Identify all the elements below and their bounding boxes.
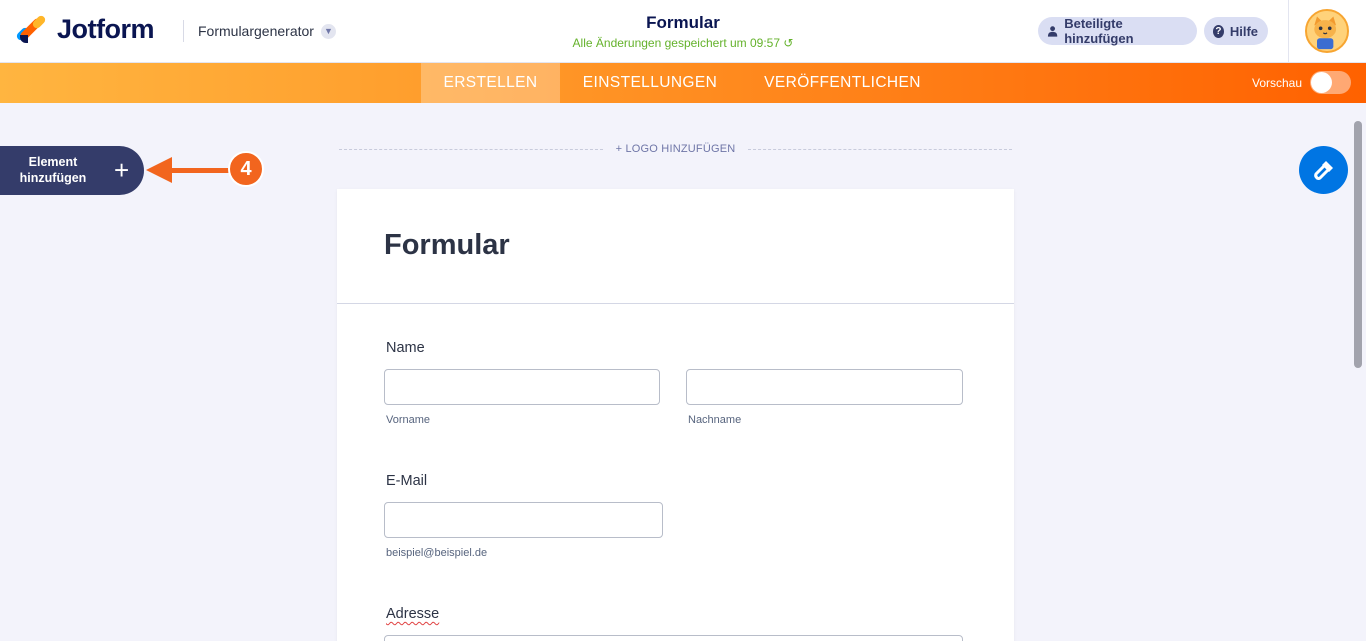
address-label-text: Adresse	[386, 606, 440, 622]
name-label: Name	[386, 340, 425, 356]
form-card: Formular Name Vorname Nachname E-Mail be…	[337, 189, 1014, 641]
help-label: Hilfe	[1229, 23, 1258, 39]
user-icon	[1047, 26, 1058, 37]
annotation-arrow-shaft	[160, 168, 232, 173]
tab-settings[interactable]: EINSTELLUNGEN	[560, 63, 740, 103]
add-element-button[interactable]: Element hinzufügen +	[0, 146, 144, 195]
last-name-input[interactable]	[686, 369, 963, 405]
generator-dropdown[interactable]: Formulargenerator ▼	[198, 23, 336, 39]
first-name-input[interactable]	[384, 369, 660, 405]
email-label: E-Mail	[386, 473, 428, 489]
address-input[interactable]	[384, 635, 963, 641]
email-input[interactable]	[384, 502, 663, 538]
builder-nav: ERSTELLEN EINSTELLUNGEN VERÖFFENTLICHEN …	[0, 63, 1366, 103]
brand-name: Jotform	[57, 14, 155, 44]
add-element-label-line1: Element	[28, 155, 78, 169]
help-icon: ?	[1213, 24, 1224, 38]
tab-publish[interactable]: VERÖFFENTLICHEN	[740, 63, 945, 103]
preview-toggle[interactable]	[1310, 71, 1351, 94]
save-status-text: Alle Änderungen gespeichert um 09:57	[572, 36, 781, 50]
cat-avatar-icon	[1307, 11, 1344, 50]
add-collaborators-button[interactable]: Beteiligte hinzufügen	[1038, 16, 1197, 46]
preview-label: Vorschau	[1252, 76, 1303, 90]
form-designer-button[interactable]	[1299, 146, 1348, 194]
scrollbar-thumb[interactable]	[1354, 121, 1362, 368]
jotform-logo-icon	[15, 13, 47, 45]
paint-roller-icon	[1313, 161, 1333, 180]
add-element-label: Element hinzufügen	[13, 154, 93, 186]
avatar-divider	[1288, 0, 1289, 63]
add-logo-button[interactable]: + LOGO HINZUFÜGEN	[603, 143, 748, 155]
add-collaborators-label: Beteiligte hinzufügen	[1064, 16, 1134, 46]
history-icon: ↺	[783, 36, 794, 50]
jotform-logo[interactable]: Jotform	[15, 13, 155, 45]
last-name-sublabel: Nachname	[688, 414, 742, 426]
address-label: Adresse	[386, 606, 439, 622]
logo-dashed-line-right	[748, 149, 1012, 150]
tab-build[interactable]: ERSTELLEN	[421, 63, 560, 103]
generator-label: Formulargenerator	[198, 23, 314, 39]
chevron-down-icon: ▼	[320, 23, 336, 39]
form-heading[interactable]: Formular	[384, 229, 510, 262]
email-sublabel: beispiel@beispiel.de	[386, 547, 488, 559]
help-button[interactable]: ? Hilfe	[1204, 17, 1268, 45]
avatar[interactable]	[1305, 9, 1349, 53]
step-number-badge: 4	[228, 151, 264, 187]
plus-icon: +	[114, 155, 130, 185]
preview-toggle-knob	[1311, 72, 1332, 93]
top-header: Jotform Formulargenerator ▼ Formular All…	[0, 0, 1366, 63]
first-name-sublabel: Vorname	[386, 414, 431, 426]
add-element-label-line2: hinzufügen	[19, 171, 87, 185]
heading-separator	[337, 303, 1014, 304]
header-divider	[183, 20, 184, 42]
logo-dashed-line-left	[339, 149, 603, 150]
